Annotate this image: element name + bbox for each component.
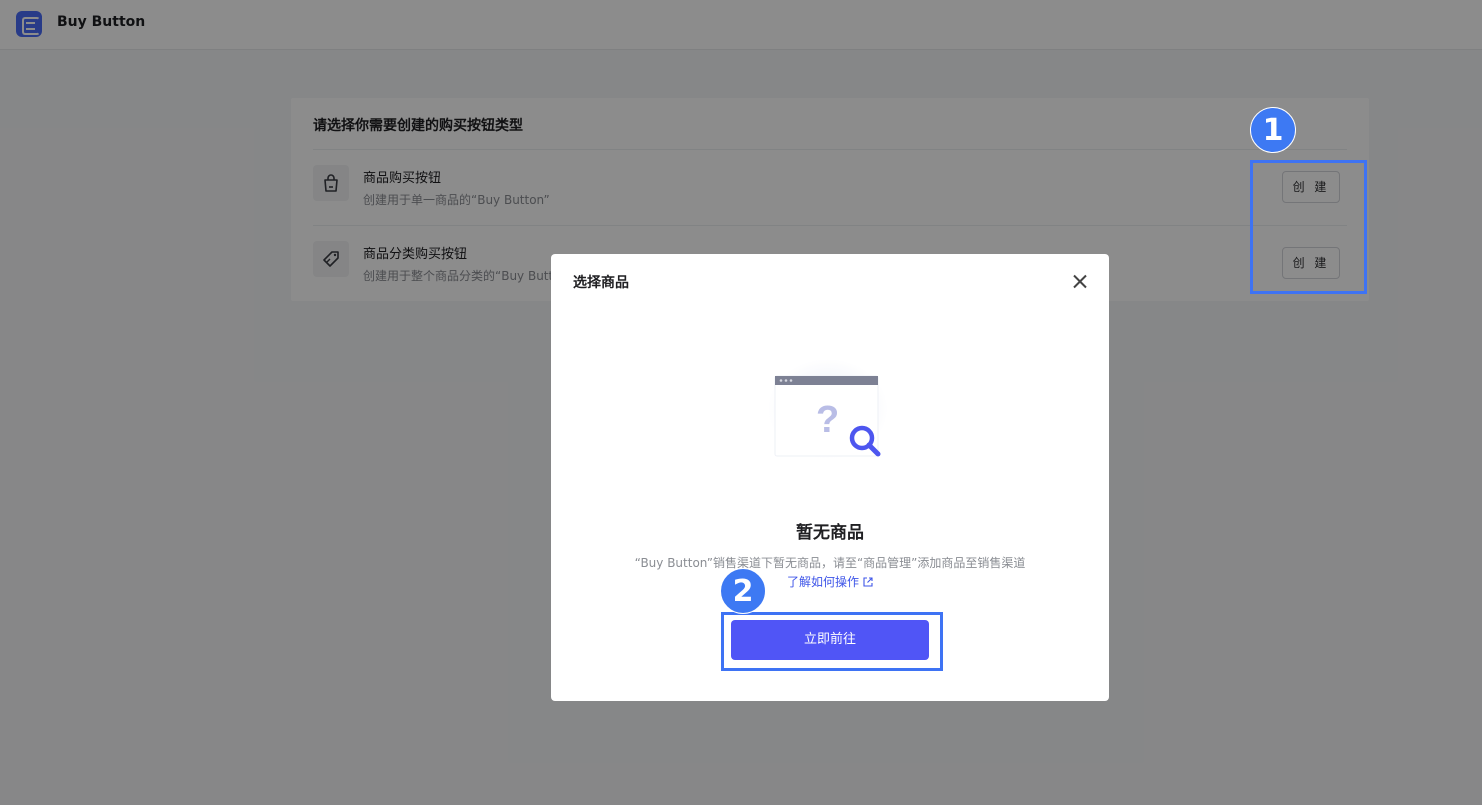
external-link-icon[interactable] [863, 577, 873, 587]
empty-state-title: 暂无商品 [796, 523, 864, 543]
empty-search-illustration: ? [768, 359, 888, 459]
annotation-badge-2: 2 [720, 568, 766, 614]
annotation-box-2 [721, 612, 943, 671]
svg-text:?: ? [816, 399, 839, 441]
help-link[interactable]: 了解如何操作 [787, 575, 859, 589]
annotation-badge-1: 1 [1250, 107, 1296, 153]
annotation-box-1 [1250, 160, 1367, 294]
help-link-wrapper: 了解如何操作 [551, 573, 1109, 590]
dialog-title: 选择商品 [573, 275, 629, 291]
close-icon[interactable] [1073, 274, 1087, 288]
empty-state-description: “Buy Button”销售渠道下暂无商品，请至“商品管理”添加商品至销售渠道 [634, 556, 1026, 570]
